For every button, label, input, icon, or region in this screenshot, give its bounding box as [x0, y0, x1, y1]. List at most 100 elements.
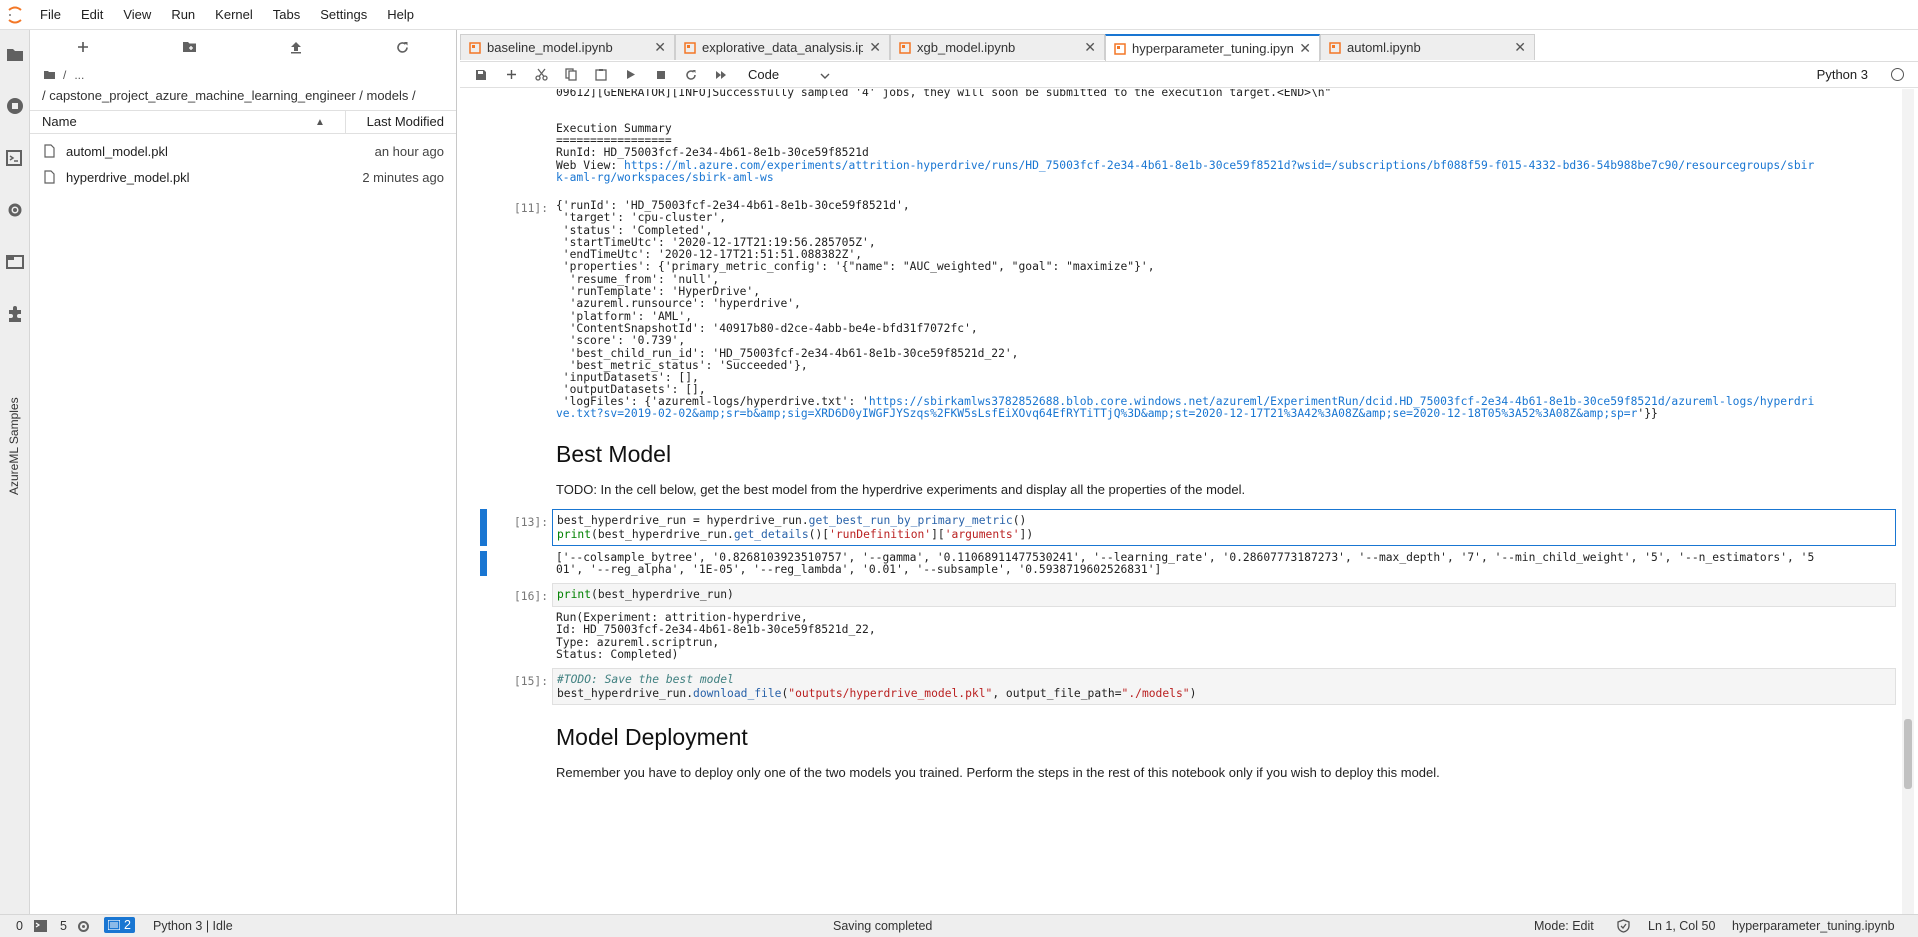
input-prompt: [16]:	[513, 590, 548, 603]
mode-status[interactable]: Mode: Edit	[1534, 919, 1594, 933]
menu-file[interactable]: File	[30, 0, 71, 30]
output-prompt: [11]:	[513, 202, 548, 215]
menu-run[interactable]: Run	[161, 0, 205, 30]
output-line: 'target': 'cpu-cluster',	[556, 211, 727, 225]
tab-xgb-model[interactable]: xgb_model.ipynb ✕	[890, 34, 1105, 60]
cell-13-output-continued: 01', '--reg_alpha', '1E-05', '--reg_lamb…	[556, 563, 1162, 576]
output-line: 'best_child_run_id': 'HD_75003fcf-2e34-4…	[556, 346, 1019, 360]
saving-status: Saving completed	[833, 919, 933, 933]
model-deployment-text: Remember you have to deploy only one of …	[556, 765, 1440, 780]
tab-baseline-model[interactable]: baseline_model.ipynb ✕	[460, 34, 675, 60]
new-folder-button[interactable]	[137, 30, 244, 64]
output-collapser[interactable]	[480, 551, 487, 576]
output-line: 'score': '0.739',	[556, 334, 686, 348]
web-view-link[interactable]: https://ml.azure.com/experiments/attriti…	[624, 159, 1814, 172]
output-line: Id: HD_75003fcf-2e34-4b61-8e1b-30ce59f85…	[556, 623, 876, 637]
column-header-name[interactable]: Name ▲	[30, 111, 346, 133]
file-list-item[interactable]: automl_model.pkl an hour ago	[30, 138, 456, 164]
logfiles-line-continued: ve.txt?sv=2019-02-02&amp;sr=b&amp;sig=XR…	[556, 407, 1658, 420]
cut-icon[interactable]	[526, 63, 556, 87]
current-filename: hyperparameter_tuning.ipynb	[1732, 919, 1895, 933]
tabs-icon[interactable]	[5, 252, 25, 272]
close-icon[interactable]: ✕	[1299, 40, 1311, 57]
status-count-a[interactable]: 0	[16, 919, 23, 933]
extension-icon[interactable]	[5, 304, 25, 324]
active-cell-indicator[interactable]	[480, 509, 487, 546]
document-tab-bar: baseline_model.ipynb ✕ explorative_data_…	[460, 34, 1535, 61]
upload-button[interactable]	[243, 30, 350, 64]
kernel-name-button[interactable]: Python 3	[1817, 67, 1868, 82]
sort-ascending-icon: ▲	[315, 117, 325, 128]
chevron-down-icon	[820, 67, 830, 82]
gear-icon[interactable]	[77, 920, 90, 936]
notebook-icon	[899, 41, 911, 54]
input-prompt: [13]:	[513, 516, 548, 529]
breadcrumb-ellipsis[interactable]: ...	[74, 68, 84, 82]
shield-icon[interactable]	[1617, 919, 1630, 936]
status-count-b[interactable]: 5	[60, 919, 67, 933]
best-model-todo-text: TODO: In the cell below, get the best mo…	[556, 482, 1246, 497]
tab-automl[interactable]: automl.ipynb ✕	[1320, 34, 1535, 60]
commands-icon[interactable]	[5, 148, 25, 168]
file-name: hyperdrive_model.pkl	[66, 169, 190, 185]
breadcrumb-root-link[interactable]: /	[63, 68, 66, 82]
output-line: 09612][GENERATOR][INFO]Successfully samp…	[556, 89, 1332, 99]
breadcrumb-folder-icon[interactable]	[44, 68, 55, 82]
menu-edit[interactable]: Edit	[71, 0, 113, 30]
tabs-count-badge[interactable]: 2	[104, 917, 135, 933]
notebook-toolbar: Code Python 3	[460, 61, 1918, 88]
notebook-icon	[1114, 42, 1126, 55]
azureml-samples-tab[interactable]: AzureML Samples	[3, 385, 27, 495]
best-model-heading: Best Model	[556, 441, 672, 467]
run-icon[interactable]	[616, 63, 646, 87]
kernel-status-icon	[1891, 68, 1904, 81]
web-view-link-continued[interactable]: k-aml-rg/workspaces/sbirk-aml-ws	[556, 171, 774, 184]
menu-settings[interactable]: Settings	[310, 0, 377, 30]
menu-tabs[interactable]: Tabs	[263, 0, 310, 30]
running-icon[interactable]	[5, 96, 25, 116]
add-cell-icon[interactable]	[496, 63, 526, 87]
breadcrumb-path[interactable]: / capstone_project_azure_machine_learnin…	[42, 88, 416, 103]
paste-icon[interactable]	[586, 63, 616, 87]
property-inspector-icon[interactable]	[5, 200, 25, 220]
code-cell-13-editor[interactable]: best_hyperdrive_run = hyperdrive_run.get…	[552, 509, 1896, 546]
notebook-icon	[684, 41, 696, 54]
tab-hyperparameter-tuning[interactable]: hyperparameter_tuning.ipynl ✕	[1105, 34, 1320, 61]
input-prompt: [15]:	[513, 675, 548, 688]
fast-forward-icon[interactable]	[706, 63, 736, 87]
logfiles-link-continued[interactable]: ve.txt?sv=2019-02-02&amp;sr=b&amp;sig=XR…	[556, 407, 1637, 420]
close-icon[interactable]: ✕	[1514, 39, 1526, 56]
stop-icon[interactable]	[646, 63, 676, 87]
menu-kernel[interactable]: Kernel	[205, 0, 263, 30]
code-cell-15-editor[interactable]: #TODO: Save the best model best_hyperdri…	[552, 668, 1896, 705]
close-icon[interactable]: ✕	[1084, 39, 1096, 56]
scrollbar-thumb[interactable]	[1904, 719, 1912, 789]
cursor-position[interactable]: Ln 1, Col 50	[1648, 919, 1715, 933]
refresh-button[interactable]	[350, 30, 457, 64]
save-icon[interactable]	[466, 63, 496, 87]
cell-type-dropdown[interactable]: Code	[748, 67, 830, 82]
file-icon	[44, 144, 58, 158]
kernel-status-text[interactable]: Python 3 | Idle	[153, 919, 233, 933]
close-icon[interactable]: ✕	[654, 39, 666, 56]
copy-icon[interactable]	[556, 63, 586, 87]
close-icon[interactable]: ✕	[869, 39, 881, 56]
menu-help[interactable]: Help	[377, 0, 424, 30]
file-browser-toolbar	[30, 30, 456, 64]
model-deployment-heading: Model Deployment	[556, 724, 748, 750]
output-line: Status: Completed)	[556, 647, 679, 661]
folder-icon[interactable]	[5, 44, 25, 64]
file-list-item[interactable]: hyperdrive_model.pkl 2 minutes ago	[30, 164, 456, 190]
tab-explorative-data-analysis[interactable]: explorative_data_analysis.ipy ✕	[675, 34, 890, 60]
notebook-icon	[469, 41, 481, 54]
terminal-icon	[34, 920, 47, 935]
column-header-last-modified[interactable]: Last Modified	[346, 111, 456, 133]
notebook-panel: 09612][GENERATOR][INFO]Successfully samp…	[460, 89, 1918, 914]
notebook-scrollbar[interactable]	[1902, 89, 1914, 914]
menu-view[interactable]: View	[113, 0, 161, 30]
notebook-icon	[1329, 41, 1341, 54]
new-launcher-button[interactable]	[30, 30, 137, 64]
restart-icon[interactable]	[676, 63, 706, 87]
file-icon	[44, 170, 58, 184]
code-cell-16-editor[interactable]: print(best_hyperdrive_run)	[552, 583, 1896, 607]
